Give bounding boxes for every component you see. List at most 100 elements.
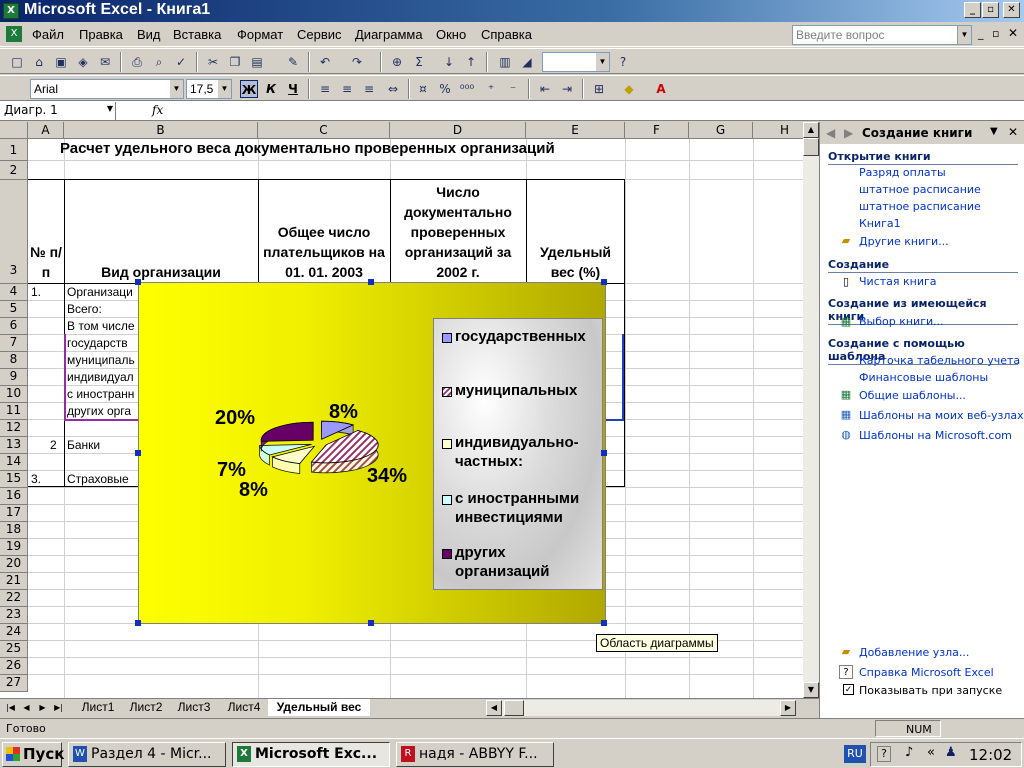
cell-a4[interactable]: 1.: [31, 285, 41, 299]
resize-handle[interactable]: [135, 279, 141, 285]
next-sheet-icon[interactable]: ▶: [36, 701, 49, 714]
scroll-thumb[interactable]: [504, 700, 524, 716]
hyperlink-icon[interactable]: ⊕: [388, 53, 406, 71]
scroll-left-icon[interactable]: ◀: [486, 700, 502, 716]
align-center-icon[interactable]: ≡: [338, 80, 356, 98]
bold-button[interactable]: Ж: [240, 80, 258, 98]
help-icon[interactable]: ?: [614, 53, 632, 71]
column-header-b[interactable]: B: [64, 122, 258, 139]
decrease-indent-icon[interactable]: ⇤: [536, 80, 554, 98]
open-link[interactable]: Разряд оплаты: [859, 166, 946, 179]
row-header[interactable]: 16: [0, 488, 28, 505]
undo-icon[interactable]: ↶: [316, 53, 334, 71]
user-icon[interactable]: ♟: [945, 745, 957, 760]
cut-icon[interactable]: ✂: [204, 53, 222, 71]
start-button[interactable]: Пуск: [2, 742, 64, 767]
chevron-down-icon[interactable]: ▼: [990, 126, 998, 137]
row-header[interactable]: 11: [0, 403, 28, 420]
row-header[interactable]: 15: [0, 471, 28, 488]
row-header[interactable]: 9: [0, 369, 28, 386]
column-header-h[interactable]: H: [753, 122, 803, 139]
header-share[interactable]: Удельный вес (%): [527, 242, 624, 283]
row-header[interactable]: 19: [0, 539, 28, 556]
open-link[interactable]: штатное расписание: [859, 200, 981, 213]
scroll-up-icon[interactable]: ▲: [803, 122, 819, 138]
add-place-link[interactable]: Добавление узла...: [859, 646, 969, 659]
spelling-icon[interactable]: ✓: [172, 53, 190, 71]
row-header[interactable]: 26: [0, 658, 28, 675]
vertical-scrollbar[interactable]: ▲ ▼: [803, 122, 819, 698]
row-header[interactable]: 13: [0, 437, 28, 454]
save-icon[interactable]: ▣: [52, 53, 70, 71]
expand-tray-icon[interactable]: «: [927, 745, 935, 760]
row-header[interactable]: 25: [0, 641, 28, 658]
resize-handle[interactable]: [135, 620, 141, 626]
cell-b10[interactable]: с иностранн: [67, 387, 137, 401]
chart-wizard-icon[interactable]: ▥: [496, 53, 514, 71]
print-icon[interactable]: ⎙: [128, 53, 146, 71]
excel-app-icon[interactable]: X: [3, 3, 19, 19]
currency-icon[interactable]: ¤: [414, 80, 432, 98]
sort-asc-icon[interactable]: ↓: [440, 53, 458, 71]
cell-b13[interactable]: Банки: [67, 438, 100, 452]
resize-handle[interactable]: [601, 620, 607, 626]
italic-button[interactable]: К: [262, 80, 280, 98]
decrease-decimal-icon[interactable]: ⁻: [504, 80, 522, 98]
underline-button[interactable]: Ч: [284, 80, 302, 98]
fill-color-icon[interactable]: ◆: [620, 80, 638, 98]
cell-b15[interactable]: Страховые: [67, 472, 137, 486]
open-icon[interactable]: ⌂: [30, 53, 48, 71]
data-label-municipal[interactable]: 34%: [367, 465, 407, 488]
font-color-icon[interactable]: A: [652, 80, 670, 98]
column-header-g[interactable]: G: [689, 122, 753, 139]
align-right-icon[interactable]: ≡: [360, 80, 378, 98]
task-word[interactable]: W Раздел 4 - Micr...: [68, 742, 226, 767]
column-header-a[interactable]: A: [28, 122, 64, 139]
row-header[interactable]: 7: [0, 335, 28, 352]
resize-handle[interactable]: [135, 450, 141, 456]
chevron-down-icon[interactable]: ▼: [170, 80, 183, 98]
language-indicator[interactable]: RU: [844, 745, 866, 763]
chart-area[interactable]: 8% 34% 8% 7% 20% государственных муницип…: [138, 282, 606, 624]
resize-handle[interactable]: [601, 279, 607, 285]
open-link[interactable]: Книга1: [859, 217, 901, 230]
template-link[interactable]: Карточка табельного учета: [859, 354, 1020, 367]
row-header[interactable]: 10: [0, 386, 28, 403]
row-header[interactable]: 23: [0, 607, 28, 624]
chevron-down-icon[interactable]: ▼: [596, 53, 609, 71]
help-icon[interactable]: ?: [877, 746, 891, 762]
more-books-link[interactable]: Другие книги...: [859, 235, 949, 248]
row-header[interactable]: 5: [0, 301, 28, 318]
print-preview-icon[interactable]: ⌕: [150, 53, 168, 71]
percent-icon[interactable]: %: [436, 80, 454, 98]
column-header-e[interactable]: E: [526, 122, 625, 139]
blank-book-link[interactable]: Чистая книга: [859, 275, 937, 288]
row-header[interactable]: 14: [0, 454, 28, 471]
increase-decimal-icon[interactable]: ⁺: [482, 80, 500, 98]
row-header[interactable]: 6: [0, 318, 28, 335]
doc-minimize-button[interactable]: _: [978, 27, 984, 40]
cell-b11[interactable]: других орга: [67, 404, 137, 418]
sheet-tab[interactable]: Лист4: [222, 699, 266, 716]
resize-handle[interactable]: [368, 620, 374, 626]
new-icon[interactable]: □: [8, 53, 26, 71]
cell-b4[interactable]: Организаци: [67, 285, 137, 299]
resize-handle[interactable]: [368, 279, 374, 285]
doc-restore-button[interactable]: ▫: [992, 27, 999, 40]
horizontal-scrollbar[interactable]: ◀ ▶: [486, 700, 796, 716]
header-total-payers[interactable]: Общее число плательщиков на 01. 01. 2003: [259, 222, 389, 283]
close-button[interactable]: ✕: [1003, 2, 1020, 18]
minimize-button[interactable]: _: [964, 2, 981, 18]
back-icon[interactable]: ◀: [826, 126, 835, 140]
row-header[interactable]: 17: [0, 505, 28, 522]
template-link[interactable]: Общие шаблоны...: [859, 389, 966, 402]
data-label-private[interactable]: 8%: [239, 479, 268, 502]
header-checked-orgs[interactable]: Число документально проверенных организа…: [391, 182, 525, 283]
font-size-combo[interactable]: 17,5 ▼: [186, 79, 232, 99]
email-icon[interactable]: ✉: [96, 53, 114, 71]
column-header-c[interactable]: C: [258, 122, 390, 139]
data-label-foreign[interactable]: 7%: [217, 459, 246, 482]
font-name-combo[interactable]: Arial ▼: [30, 79, 184, 99]
cell-b5[interactable]: Всего:: [67, 302, 102, 316]
row-header[interactable]: 22: [0, 590, 28, 607]
